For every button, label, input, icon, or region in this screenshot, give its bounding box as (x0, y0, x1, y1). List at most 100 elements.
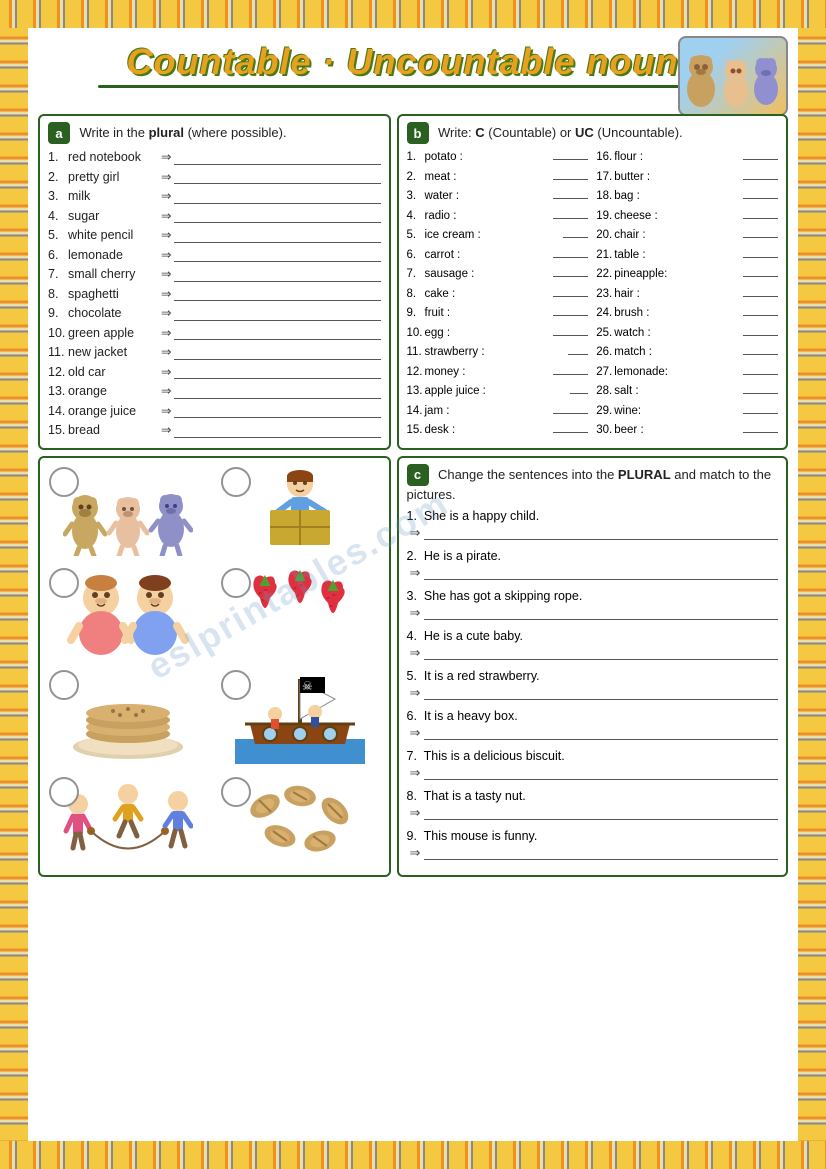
skipping-svg (63, 776, 193, 866)
pic-cell-3 (44, 563, 213, 662)
list-item: 11.new jacket⇒ (48, 344, 381, 362)
section-c-box: c Change the sentences into the PLURAL a… (397, 456, 789, 877)
b-item: 14.jam : (407, 402, 589, 420)
section-b-box: b Write: C (Countable) or UC (Uncountabl… (397, 114, 789, 450)
b-item: 24.brush : (596, 304, 778, 322)
b-item: 21.table : (596, 246, 778, 264)
list-item: 13.orange⇒ (48, 383, 381, 401)
b-item: 18.bag : (596, 187, 778, 205)
c-sentence-7: 7. This is a delicious biscuit. (407, 749, 779, 763)
list-item: 4.sugar⇒ (48, 208, 381, 226)
b-item: 5.ice cream : (407, 226, 589, 244)
b-col2: 16.flour : 17.butter : 18.bag : 19.chees… (596, 148, 778, 441)
section-c-header: c Change the sentences into the PLURAL a… (407, 464, 779, 504)
b-item: 25.watch : (596, 324, 778, 342)
c-item-6: 6. It is a heavy box. ⇒ (407, 709, 779, 741)
b-item: 27.lemonade: (596, 363, 778, 381)
pic-cell-2 (216, 462, 385, 561)
b-item: 22.pineapple: (596, 265, 778, 283)
c-sentence-3: 3. She has got a skipping rope. (407, 589, 779, 603)
b-item: 29.wine: (596, 402, 778, 420)
list-item: 5.white pencil⇒ (48, 227, 381, 245)
list-item: 8.spaghetti⇒ (48, 286, 381, 304)
c-sentence-6: 6. It is a heavy box. (407, 709, 779, 723)
b-item: 2.meat : (407, 168, 589, 186)
match-circle (49, 467, 79, 497)
list-item: 3.milk⇒ (48, 188, 381, 206)
list-item: 15.bread⇒ (48, 422, 381, 440)
section-b-columns: 1.potato : 2.meat : 3.water : 4.radio : … (407, 148, 779, 441)
c-item-9: 9. This mouse is funny. ⇒ (407, 829, 779, 861)
b-item: 12.money : (407, 363, 589, 381)
b-item: 28.salt : (596, 382, 778, 400)
nuts-svg (235, 776, 365, 866)
svg-text:☠: ☠ (302, 679, 313, 693)
match-circle (221, 670, 251, 700)
section-a-box: a Write in the plural (where possible). … (38, 114, 391, 450)
match-circle (221, 568, 251, 598)
page-inner: Countable · Uncountable nouns (28, 28, 798, 1141)
c-item-7: 7. This is a delicious biscuit. ⇒ (407, 749, 779, 781)
b-item: 16.flour : (596, 148, 778, 166)
title-area: Countable · Uncountable nouns (38, 36, 788, 106)
c-sentence-9: 9. This mouse is funny. (407, 829, 779, 843)
b-item: 11.strawberry : (407, 343, 589, 361)
running-boy-svg (255, 466, 345, 556)
list-item: 2.pretty girl⇒ (48, 169, 381, 187)
c-sentence-2: 2. He is a pirate. (407, 549, 779, 563)
pictures-panel: ☠ (38, 456, 391, 877)
list-item: 6.lemonade⇒ (48, 247, 381, 265)
match-circle (221, 467, 251, 497)
b-item: 19.cheese : (596, 207, 778, 225)
page-wrapper: Countable · Uncountable nouns (0, 0, 826, 1169)
c-item-5: 5. It is a red strawberry. ⇒ (407, 669, 779, 701)
b-item: 3.water : (407, 187, 589, 205)
section-a-list: 1.red notebook⇒ 2.pretty girl⇒ 3.milk⇒ 4… (48, 149, 381, 440)
c-sentence-4: 4. He is a cute baby. (407, 629, 779, 643)
c-item-3: 3. She has got a skipping rope. ⇒ (407, 589, 779, 621)
b-item: 1.potato : (407, 148, 589, 166)
match-circle (221, 777, 251, 807)
c-item-2: 2. He is a pirate. ⇒ (407, 549, 779, 581)
b-item: 8.cake : (407, 285, 589, 303)
list-item: 7.small cherry⇒ (48, 266, 381, 284)
pic-cell-5 (44, 665, 213, 769)
c-sentence-5: 5. It is a red strawberry. (407, 669, 779, 683)
section-a-label: a (48, 122, 70, 144)
section-c-instruction: Change the sentences into the PLURAL and… (407, 467, 772, 502)
b-item: 4.radio : (407, 207, 589, 225)
b-item: 13.apple juice : (407, 382, 589, 400)
c-sentence-1: 1. She is a happy child. (407, 509, 779, 523)
biscuits-svg (63, 672, 193, 762)
b-item: 10.egg : (407, 324, 589, 342)
b-item: 6.carrot : (407, 246, 589, 264)
pirate-ship-svg: ☠ (235, 669, 365, 764)
b-item: 23.hair : (596, 285, 778, 303)
list-item: 12.old car⇒ (48, 364, 381, 382)
b-item: 17.butter : (596, 168, 778, 186)
section-c-items: 1. She is a happy child. ⇒ 2. He is a pi… (407, 509, 779, 861)
b-item: 15.desk : (407, 421, 589, 439)
pic-cell-1 (44, 462, 213, 561)
list-item: 1.red notebook⇒ (48, 149, 381, 167)
pic-cell-7 (44, 772, 213, 871)
b-item: 30.beer : (596, 421, 778, 439)
c-item-4: 4. He is a cute baby. ⇒ (407, 629, 779, 661)
page-title: Countable · Uncountable nouns (127, 41, 700, 83)
b-item: 9.fruit : (407, 304, 589, 322)
pic-cell-4 (216, 563, 385, 662)
list-item: 10.green apple⇒ (48, 325, 381, 343)
section-b-header: b Write: C (Countable) or UC (Uncountabl… (407, 122, 779, 144)
c-sentence-8: 8. That is a tasty nut. (407, 789, 779, 803)
match-circle (49, 777, 79, 807)
section-a-instruction: Write in the plural (where possible). (79, 125, 286, 140)
list-item: 9.chocolate⇒ (48, 305, 381, 323)
match-circle (49, 670, 79, 700)
bottom-layout: ☠ (38, 456, 788, 877)
b-item: 20.chair : (596, 226, 778, 244)
section-b-label: b (407, 122, 429, 144)
cartoon-animals-svg (63, 466, 193, 556)
section-b-instruction: Write: C (Countable) or UC (Uncountable)… (438, 125, 683, 140)
b-col1: 1.potato : 2.meat : 3.water : 4.radio : … (407, 148, 589, 441)
c-item-8: 8. That is a tasty nut. ⇒ (407, 789, 779, 821)
